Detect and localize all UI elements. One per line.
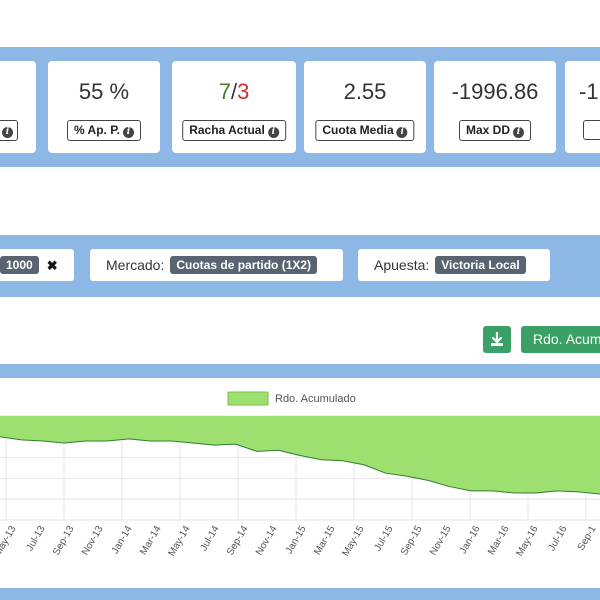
legend-swatch (227, 391, 269, 406)
x-tick-label: Sep-15 (399, 524, 425, 558)
stat-value: 2.55 (343, 79, 387, 104)
x-tick-label: Nov-15 (428, 524, 454, 558)
x-tick-label: Jul-15 (372, 524, 395, 553)
stat-card-ap-p: 55 % % Ap. P. i (48, 61, 160, 153)
stat-value: 55 % (78, 79, 130, 104)
x-tick-label: Mar-16 (486, 524, 512, 557)
filter-tag: Victoria Local (435, 256, 526, 274)
x-tick-label: Sep-13 (51, 524, 77, 558)
download-button[interactable] (483, 326, 511, 353)
x-tick-label: May-16 (514, 524, 540, 559)
x-tick-label: Jan-14 (110, 524, 135, 556)
stat-card-partial-left: i (0, 61, 36, 153)
chart-series (0, 416, 600, 495)
filter-chip-first: 1000 ✖ (0, 249, 74, 281)
x-tick-label: Nov-13 (80, 524, 106, 558)
x-tick-label: Mar-14 (138, 524, 164, 557)
stat-label (583, 120, 600, 140)
stat-label: Max DD i (458, 120, 532, 141)
rdo-acumulado-button[interactable]: Rdo. Acum (521, 326, 600, 353)
filter-label: Mercado: (106, 257, 165, 273)
x-tick-label: Jan-15 (284, 524, 309, 556)
x-tick-label: Jul-14 (198, 524, 221, 553)
x-tick-label: May-14 (166, 524, 192, 559)
close-icon[interactable]: ✖ (47, 258, 58, 273)
stat-label: Racha Actual i (182, 120, 286, 141)
stat-value: -1 (579, 79, 599, 104)
x-tick-label: Mar-15 (312, 524, 338, 557)
x-tick-label: Jan-16 (458, 524, 483, 556)
stat-label: Cuota Media i (315, 120, 415, 141)
info-icon[interactable]: i (2, 127, 13, 138)
x-tick-label: Nov-14 (254, 524, 280, 558)
info-icon[interactable]: i (267, 127, 279, 138)
filter-chip-apuesta[interactable]: Apuesta: Victoria Local (358, 249, 550, 281)
stats-band: i 55 % % Ap. P. i 7/3 Racha Actual i 2.55 … (0, 47, 600, 167)
x-tick-label: Sep-1 (576, 524, 599, 553)
filter-band: 1000 ✖ Mercado: Cuotas de partido (1X2) Ap… (0, 235, 600, 297)
filter-tag: Cuotas de partido (1X2) (170, 256, 318, 274)
chart-legend: Rdo. Acumulado (227, 391, 356, 406)
stat-value: -1996.86 (451, 79, 539, 104)
x-tick-label: Jul-13 (24, 524, 47, 553)
info-icon[interactable]: i (513, 127, 525, 138)
legend-label: Rdo. Acumulado (275, 393, 356, 405)
info-icon[interactable]: i (396, 127, 408, 138)
stat-card-max-dd: -1996.86 Max DD i (434, 61, 556, 153)
download-icon (491, 331, 503, 346)
filter-label: Apuesta: (374, 257, 430, 273)
x-tick-label: Sep-14 (225, 524, 251, 558)
stat-card-partial-right: -1 (565, 61, 600, 153)
stat-value: 7/3 (218, 79, 250, 104)
stat-label: % Ap. P. i (66, 120, 142, 141)
stat-label-partial-left: i (0, 120, 18, 141)
stat-card-racha-actual: 7/3 Racha Actual i (172, 61, 296, 153)
x-tick-label: Jul-16 (546, 524, 569, 553)
chart: May-13 Jul-13 Sep-13 Nov-13 Jan-14 Mar-14 May-… (0, 391, 600, 559)
stat-card-cuota-media: 2.55 Cuota Media i (304, 61, 426, 153)
x-axis-labels: May-13 Jul-13 Sep-13 Nov-13 Jan-14 Mar-14 May-… (0, 524, 599, 559)
filter-tag: 1000 (0, 256, 39, 274)
info-icon[interactable]: i (123, 127, 135, 138)
x-tick-label: May-15 (340, 524, 366, 559)
filter-chip-mercado[interactable]: Mercado: Cuotas de partido (1X2) (90, 249, 343, 281)
x-tick-label: May-13 (0, 524, 19, 559)
